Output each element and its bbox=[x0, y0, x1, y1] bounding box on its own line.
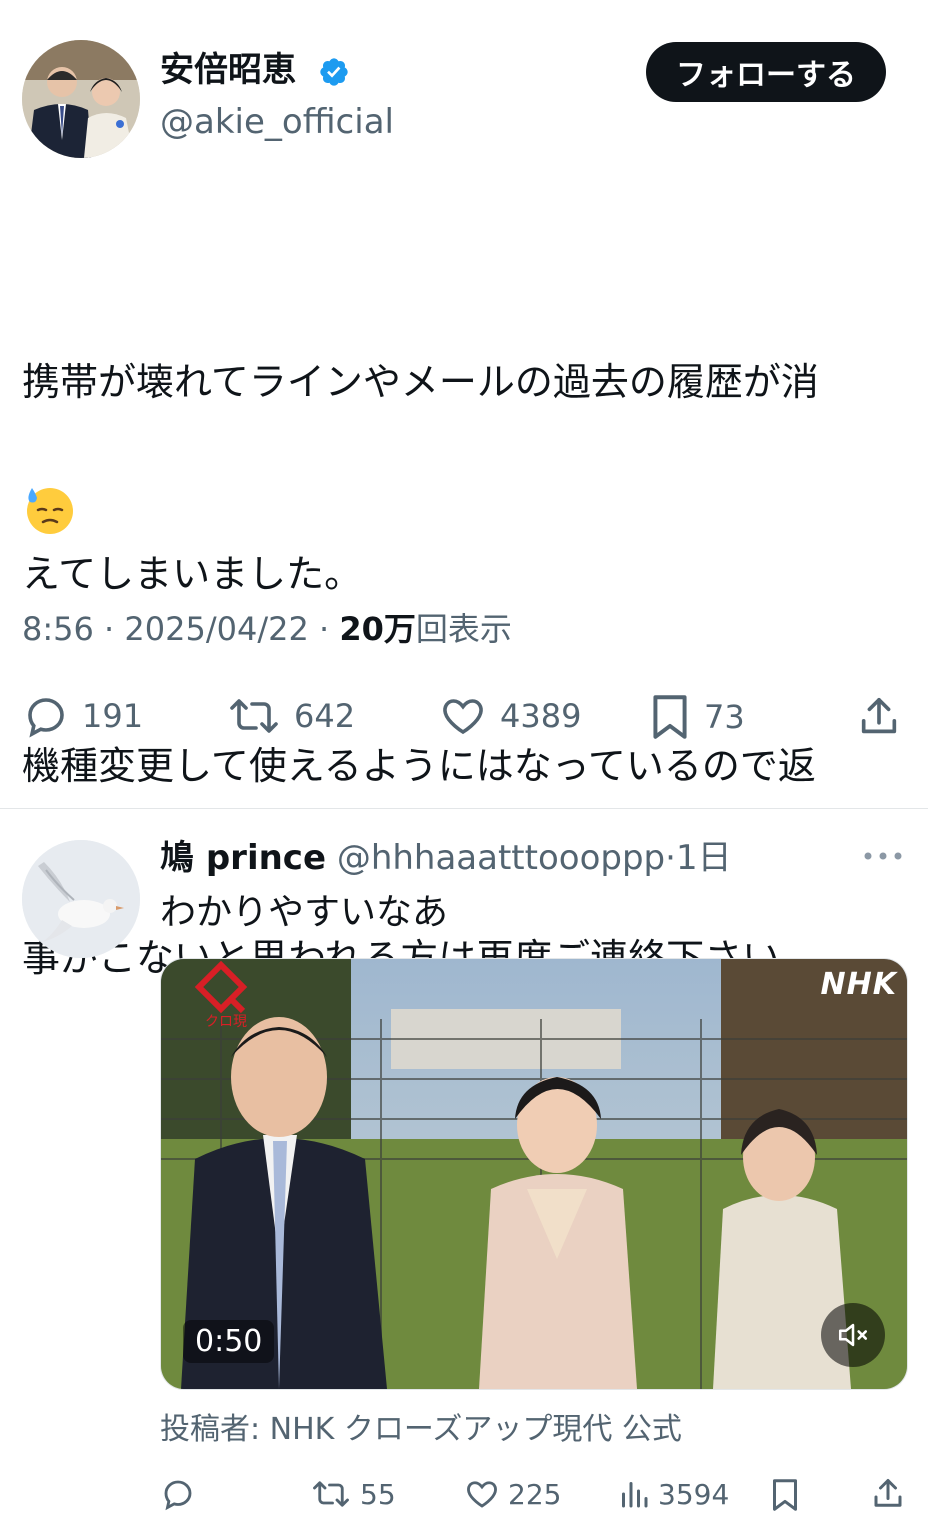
reply-author-avatar[interactable] bbox=[22, 840, 140, 958]
tweet-date[interactable]: 2025/04/22 bbox=[124, 610, 308, 648]
reply-author-name[interactable]: 鳩 prince bbox=[160, 838, 326, 878]
reply-icon bbox=[164, 1480, 192, 1511]
heart-icon bbox=[443, 699, 483, 735]
author-handle[interactable]: @akie_official bbox=[160, 100, 394, 144]
tweet-meta: 8:56 · 2025/04/22 · 20万回表示 bbox=[22, 606, 512, 652]
tweet-text-line: えてしまいました。 bbox=[22, 552, 363, 596]
views-count: 20万 bbox=[339, 610, 416, 648]
speaker-muted-icon bbox=[838, 1323, 868, 1347]
reply-action[interactable]: 191 bbox=[22, 692, 143, 740]
program-logo-text: クロ現 bbox=[205, 1014, 247, 1030]
follow-button[interactable]: フォローする bbox=[646, 42, 886, 102]
bookmark-count: 73 bbox=[704, 698, 745, 736]
reply-like-action[interactable]: 225 bbox=[464, 1476, 561, 1512]
reply-header: 鳩 prince @hhhaaatttoooppp·1日 bbox=[160, 836, 732, 880]
retweet-icon bbox=[313, 1481, 349, 1507]
reply-share-action[interactable] bbox=[870, 1476, 906, 1512]
reply-time[interactable]: 1日 bbox=[676, 838, 732, 878]
tweet-text-line: 携帯が壊れてラインやメールの過去の履歴が消 bbox=[22, 360, 819, 404]
tweet-time[interactable]: 8:56 bbox=[22, 610, 94, 648]
reply-icon bbox=[28, 698, 64, 738]
reply-retweet-count: 55 bbox=[360, 1477, 396, 1511]
nhk-watermark: NHK bbox=[820, 967, 897, 1002]
views-label: 回表示 bbox=[415, 610, 512, 648]
retweet-icon bbox=[230, 699, 278, 733]
reply-author-handle[interactable]: @hhhaaatttoooppp bbox=[337, 838, 665, 878]
reply-reply-action[interactable] bbox=[160, 1476, 196, 1512]
reply-views-action[interactable]: 3594 bbox=[618, 1476, 729, 1512]
retweet-count: 642 bbox=[294, 697, 356, 735]
reply-count: 191 bbox=[82, 697, 144, 735]
verified-badge-icon bbox=[318, 56, 350, 88]
section-divider bbox=[0, 808, 928, 809]
retweet-action[interactable]: 642 bbox=[226, 692, 355, 740]
reply-views-count: 3594 bbox=[658, 1477, 730, 1511]
video-duration: 0:50 bbox=[183, 1320, 275, 1363]
share-icon bbox=[861, 697, 897, 734]
reply-bookmark-action[interactable] bbox=[770, 1476, 800, 1514]
sweat-face-emoji-icon bbox=[24, 484, 76, 536]
like-count: 4389 bbox=[500, 697, 582, 735]
bookmark-icon bbox=[773, 1479, 797, 1511]
bookmark-action[interactable]: 73 bbox=[648, 692, 745, 742]
reply-video[interactable]: NHK クロ現 0:50 bbox=[160, 958, 908, 1390]
more-options-icon[interactable] bbox=[862, 846, 904, 866]
like-action[interactable]: 4389 bbox=[438, 692, 581, 740]
share-action[interactable] bbox=[856, 694, 902, 740]
video-source[interactable]: 投稿者: NHK クローズアップ現代 公式 bbox=[160, 1408, 682, 1452]
meta-separator: · bbox=[308, 610, 340, 648]
author-avatar[interactable] bbox=[22, 40, 140, 158]
mute-toggle[interactable] bbox=[821, 1303, 885, 1367]
author-name[interactable]: 安倍昭恵 bbox=[160, 48, 296, 92]
bookmark-icon bbox=[653, 695, 687, 739]
share-icon bbox=[874, 1479, 902, 1507]
reply-retweet-action[interactable]: 55 bbox=[310, 1476, 396, 1512]
tweet-text-line: 機種変更して使えるようにはなっているので返 bbox=[22, 744, 816, 788]
reply-like-count: 225 bbox=[508, 1477, 562, 1511]
reply-text: わかりやすいなあ bbox=[160, 892, 449, 933]
meta-separator: · bbox=[93, 610, 125, 648]
analytics-bars-icon bbox=[622, 1482, 648, 1508]
meta-separator: · bbox=[665, 838, 676, 878]
heart-icon bbox=[467, 1481, 497, 1508]
